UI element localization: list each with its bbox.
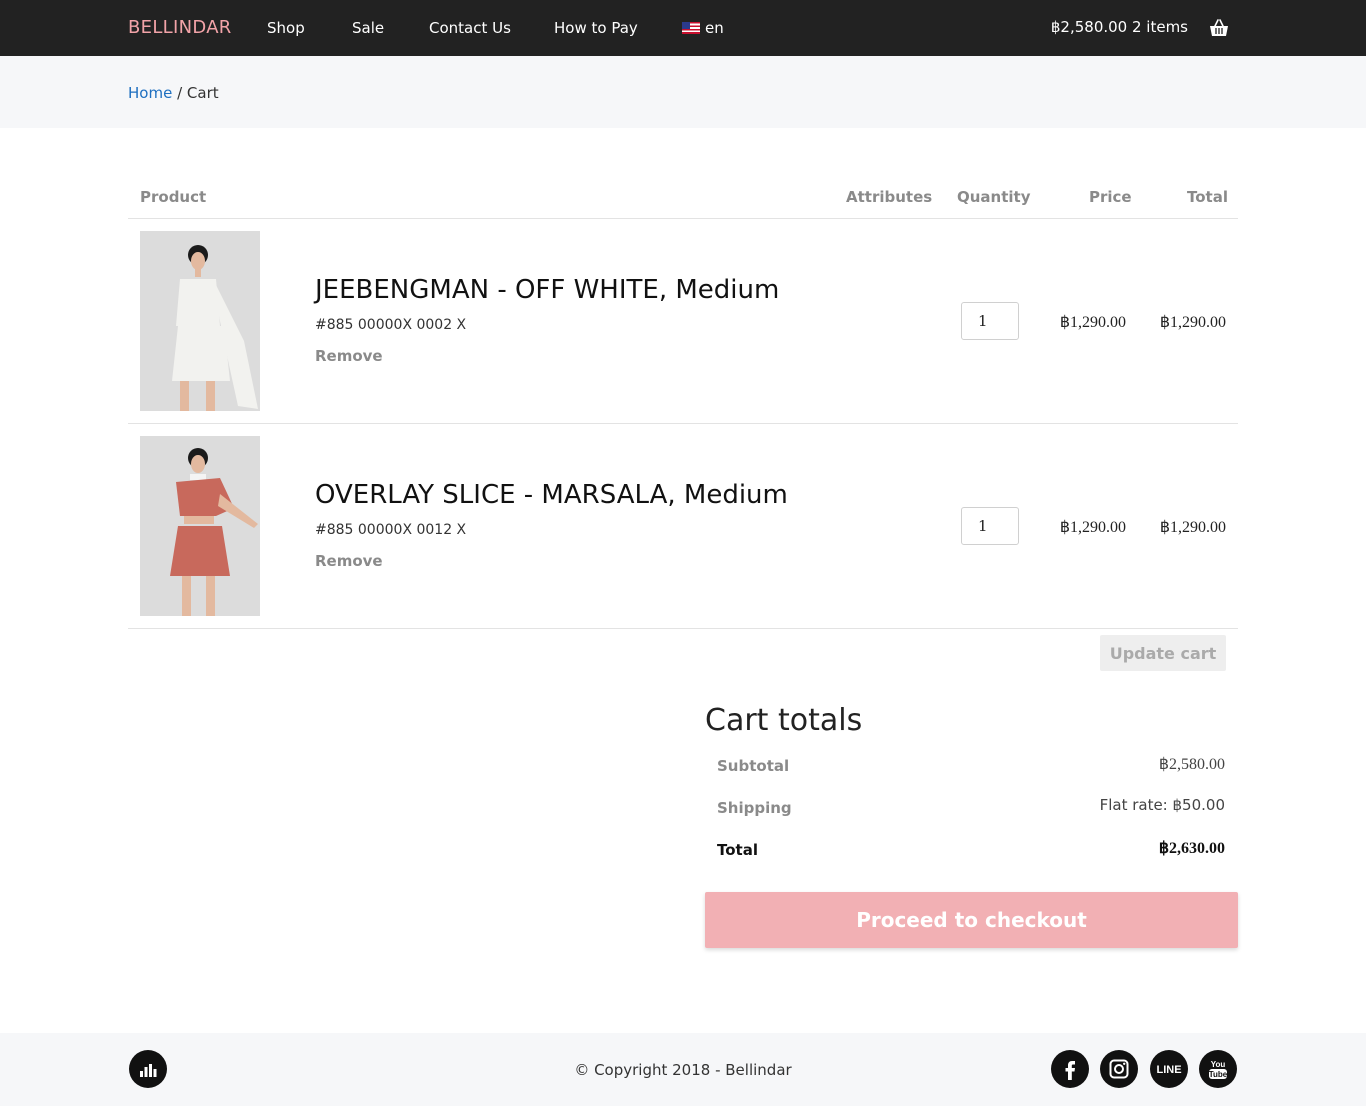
line-icon[interactable]: LINE xyxy=(1150,1050,1188,1088)
breadcrumb-separator: / xyxy=(177,84,183,102)
garment-shape xyxy=(172,326,230,381)
shopping-basket-icon[interactable] xyxy=(1209,18,1229,38)
garment-shape xyxy=(176,279,220,326)
header-product: Product xyxy=(140,188,207,206)
nav-contact-us[interactable]: Contact Us xyxy=(429,19,511,37)
facebook-icon[interactable] xyxy=(1051,1050,1089,1088)
product-sku: #885 00000X 0012 X xyxy=(315,522,467,538)
brand-logo[interactable]: BELLINDAR xyxy=(128,17,232,38)
subtotal-label: Subtotal xyxy=(717,757,790,775)
header-divider xyxy=(128,218,1238,219)
line-icon-text: LINE xyxy=(1156,1064,1181,1076)
item-price: ฿1,290.00 xyxy=(1059,314,1126,331)
us-flag-icon xyxy=(682,22,700,34)
proceed-to-checkout-button[interactable]: Proceed to checkout xyxy=(705,892,1238,948)
header-total: Total xyxy=(1187,188,1228,206)
instagram-icon[interactable] xyxy=(1100,1050,1138,1088)
subtotal-value: ฿2,580.00 xyxy=(1158,756,1225,773)
item-total: ฿1,290.00 xyxy=(1159,314,1226,331)
product-image[interactable] xyxy=(140,436,260,616)
garment-shape xyxy=(170,526,230,576)
youtube-icon-text: You xyxy=(1211,1060,1226,1069)
language-label: en xyxy=(705,19,724,37)
top-navbar: BELLINDAR Shop Sale Contact Us How to Pa… xyxy=(0,0,1366,56)
update-cart-button[interactable]: Update cart xyxy=(1100,635,1226,671)
cart-totals-title: Cart totals xyxy=(705,703,863,738)
quantity-input[interactable] xyxy=(961,302,1019,340)
remove-link[interactable]: Remove xyxy=(315,552,383,570)
header-price: Price xyxy=(1089,188,1132,206)
item-total: ฿1,290.00 xyxy=(1159,519,1226,536)
product-name[interactable]: JEEBENGMAN - OFF WHITE, Medium xyxy=(315,275,779,305)
total-label: Total xyxy=(717,841,758,859)
breadcrumb-band: Home / Cart xyxy=(0,56,1366,128)
item-price: ฿1,290.00 xyxy=(1059,519,1126,536)
breadcrumb-home-link[interactable]: Home xyxy=(128,84,172,102)
shipping-value: Flat rate: ฿50.00 xyxy=(1099,796,1225,814)
nav-shop[interactable]: Shop xyxy=(267,19,305,37)
breadcrumb: Home / Cart xyxy=(128,84,219,102)
nav-how-to-pay[interactable]: How to Pay xyxy=(554,19,638,37)
shipping-label: Shipping xyxy=(717,799,792,817)
footer: © Copyright 2018 - Bellindar LINE You Tu… xyxy=(0,1033,1366,1106)
product-sku: #885 00000X 0002 X xyxy=(315,317,467,333)
nav-sale[interactable]: Sale xyxy=(352,19,384,37)
remove-link[interactable]: Remove xyxy=(315,347,383,365)
header-quantity: Quantity xyxy=(957,188,1031,206)
product-image[interactable] xyxy=(140,231,260,411)
language-selector[interactable]: en xyxy=(682,19,724,37)
cart-summary[interactable]: ฿2,580.00 2 items xyxy=(1051,18,1188,36)
product-name[interactable]: OVERLAY SLICE - MARSALA, Medium xyxy=(315,480,788,510)
table-bottom-divider xyxy=(128,628,1238,629)
total-value: ฿2,630.00 xyxy=(1158,840,1225,857)
youtube-icon[interactable]: You Tube xyxy=(1199,1050,1237,1088)
header-attributes: Attributes xyxy=(846,188,933,206)
row-divider xyxy=(128,423,1238,424)
breadcrumb-current: Cart xyxy=(186,84,219,102)
quantity-input[interactable] xyxy=(961,507,1019,545)
youtube-icon-text: Tube xyxy=(1209,1070,1228,1079)
